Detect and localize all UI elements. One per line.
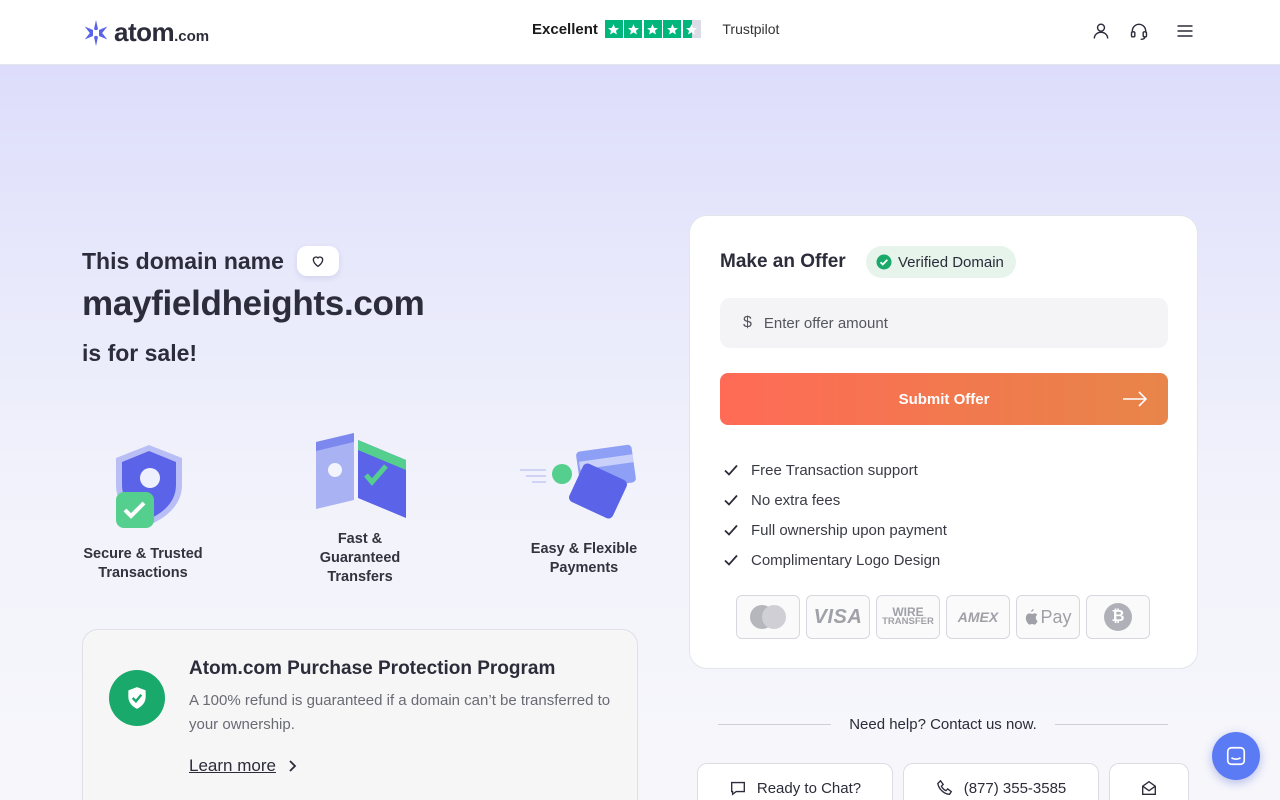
star-icon [663,20,682,38]
heart-icon [312,256,324,268]
chat-bubble-icon [730,781,745,796]
user-icon[interactable] [1090,20,1112,42]
benefit-item: No extra fees [723,485,947,515]
shield-check-illustration [116,445,182,528]
star-icon [624,20,643,38]
payment-methods: VISA WIRE TRANSFER AMEX Pay ₿ [736,595,1150,639]
amex-icon: AMEX [946,595,1010,639]
mastercard-icon [736,595,800,639]
check-icon [724,464,738,476]
chat-button[interactable]: Ready to Chat? [697,763,893,800]
headset-icon[interactable] [1128,20,1150,42]
trustpilot-stars [604,20,703,38]
protection-title: Atom.com Purchase Protection Program [189,658,556,679]
benefit-item: Free Transaction support [723,455,947,485]
star-icon [604,20,623,38]
shield-check-icon [109,670,165,726]
benefit-label: No extra fees [751,491,841,509]
apple-pay-label: Pay [1040,606,1072,627]
bitcoin-icon: ₿ [1086,595,1150,639]
email-button[interactable] [1109,763,1189,800]
cards-illustration [520,444,636,519]
chat-button-label: Ready to Chat? [756,779,862,797]
for-sale-text: is for sale! [82,340,198,366]
verified-domain-badge: Verified Domain [866,246,1016,278]
phone-icon [936,779,952,795]
offer-amount-field[interactable]: $ [720,298,1168,348]
trustpilot-rating[interactable]: Excellent Trustpilot [532,20,779,38]
hero-lead-text: This domain name [82,247,284,274]
benefit-label: Full ownership upon payment [751,521,947,539]
trustpilot-name: Trustpilot [722,21,780,37]
arrow-right-icon [1123,391,1148,407]
submit-offer-button[interactable]: Submit Offer [720,373,1168,425]
learn-more-label: Learn more [189,756,276,775]
purchase-protection-panel: Atom.com Purchase Protection Program A 1… [82,629,638,800]
phone-button[interactable]: (877) 355-3585 [903,763,1099,800]
bitcoin-symbol: ₿ [1104,603,1132,631]
submit-offer-label: Submit Offer [898,390,990,408]
half-star-icon [682,20,701,38]
offer-card: Make an Offer Verified Domain $ Submit O… [689,215,1198,669]
offer-title: Make an Offer [720,251,846,272]
chevron-right-icon [289,760,297,772]
benefit-item: Complimentary Logo Design [723,545,947,575]
feature-secure-label: Transactions [98,565,188,581]
wire-transfer-icon: WIRE TRANSFER [876,595,940,639]
check-icon [724,554,738,566]
help-text: Need help? Contact us now. [849,716,1037,733]
chat-icon [1226,746,1246,766]
verified-domain-label: Verified Domain [898,253,1004,271]
menu-icon[interactable] [1174,20,1196,42]
offer-benefits: Free Transaction support No extra fees F… [723,455,947,575]
help-divider: Need help? Contact us now. [718,716,1168,733]
benefit-item: Full ownership upon payment [723,515,947,545]
offer-amount-input[interactable] [763,314,1124,332]
feature-easy-label: Payments [549,560,619,576]
feature-fast-label: Transfers [327,569,393,585]
star-icon [643,20,662,38]
phone-number: (877) 355-3585 [963,779,1067,797]
benefit-label: Free Transaction support [751,461,918,479]
visa-icon: VISA [806,595,870,639]
feature-secure-label: Secure & Trusted [83,546,203,562]
atom-star-icon [84,19,108,46]
learn-more-link[interactable]: Learn more [189,756,298,776]
feature-fast-label: Guaranteed [319,550,401,566]
verified-check-icon [876,254,892,270]
feature-fast-label: Fast & [337,531,383,547]
live-chat-launcher[interactable] [1212,732,1260,780]
atom-logo[interactable]: atom .com [82,17,209,48]
favorite-button[interactable] [296,246,339,276]
apple-pay-icon: Pay [1016,595,1080,639]
check-icon [724,494,738,506]
benefit-label: Complimentary Logo Design [751,551,941,569]
protection-description: A 100% refund is guaranteed if a domain … [189,692,611,733]
feature-easy-label: Easy & Flexible [530,541,638,557]
apple-icon [1026,609,1039,625]
domain-name: mayfieldheights.com [82,284,425,323]
hero-lead: This domain name [82,246,339,276]
trustpilot-rating-label: Excellent [532,20,598,38]
transfer-label: TRANSFER [882,616,934,627]
logo-text: atom [114,17,175,47]
site-header: atom .com Excellent Trustpilot [0,0,1280,65]
logo-suffix: .com [174,28,210,45]
wallet-illustration [316,433,406,518]
currency-symbol: $ [743,314,752,331]
mail-icon [1142,780,1156,795]
check-icon [724,524,738,536]
